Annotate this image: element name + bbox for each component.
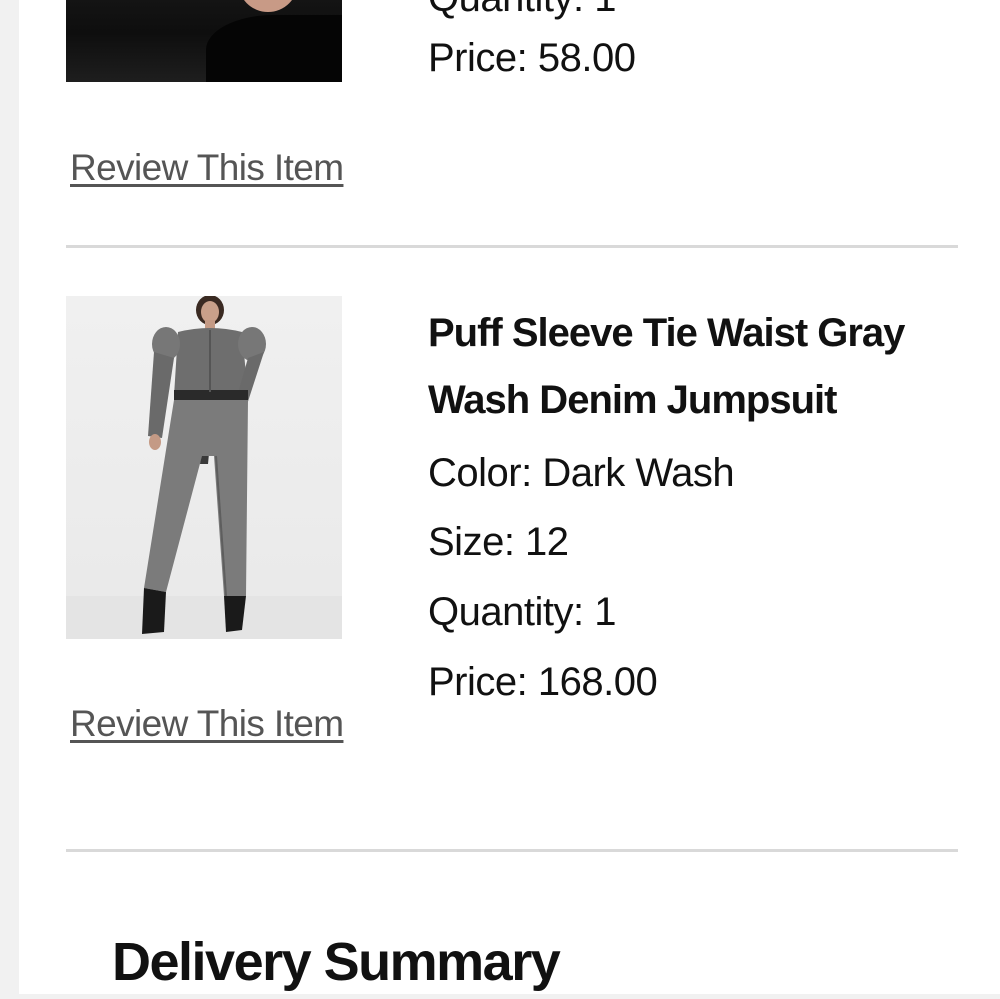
product-image-fold <box>206 15 342 82</box>
item-size: Size: 12 <box>428 520 569 564</box>
product-image-detail <box>238 0 298 12</box>
left-page-rail <box>0 0 19 999</box>
item-divider <box>66 245 958 248</box>
review-item-link[interactable]: Review This Item <box>70 149 344 186</box>
item-quantity: Quantity: 1 <box>428 0 616 18</box>
product-name: Puff Sleeve Tie Waist Gray Wash Denim Ju… <box>428 311 905 422</box>
product-image-black-item[interactable] <box>66 0 342 82</box>
jumpsuit-illustration <box>66 296 342 639</box>
bottom-edge-bar <box>19 994 1000 999</box>
item-price: Price: 168.00 <box>428 660 658 704</box>
item-price: Price: 58.00 <box>428 36 636 80</box>
item-color: Color: Dark Wash <box>428 451 735 495</box>
delivery-summary-heading: Delivery Summary <box>112 932 561 992</box>
item-divider <box>66 849 958 852</box>
product-image-denim-jumpsuit[interactable] <box>66 296 342 639</box>
item-quantity: Quantity: 1 <box>428 590 616 634</box>
review-item-link[interactable]: Review This Item <box>70 705 344 742</box>
